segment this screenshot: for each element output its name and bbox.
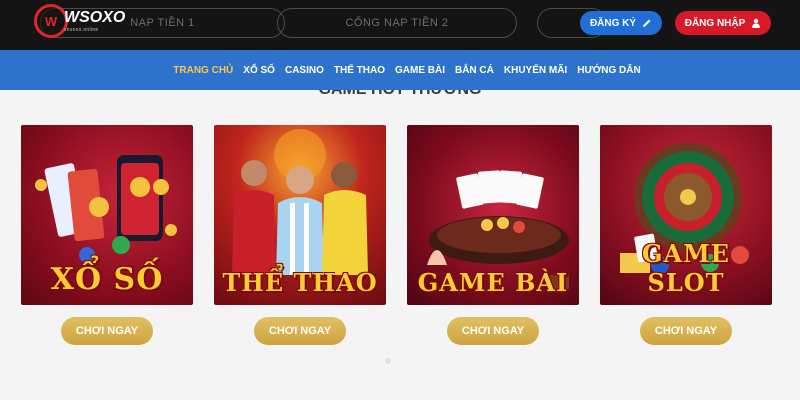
site-logo[interactable]: W WSOXO vnsoxo.online xyxy=(34,2,130,40)
nav-item-fishing[interactable]: BẮN CÁ xyxy=(450,65,499,76)
game-card-slot[interactable]: GAME SLOT xyxy=(600,125,772,305)
nav-item-casino[interactable]: CASINO xyxy=(280,65,329,76)
pencil-icon xyxy=(643,19,651,27)
logo-badge-letter: W xyxy=(44,13,58,29)
nav-list: TRANG CHỦ XỔ SỐ CASINO THỂ THAO GAME BÀI… xyxy=(168,65,645,76)
play-now-button-lottery[interactable]: CHƠI NGAY xyxy=(61,317,153,345)
nav-item-home[interactable]: TRANG CHỦ xyxy=(168,65,238,76)
main-nav: TRANG CHỦ XỔ SỐ CASINO THỂ THAO GAME BÀI… xyxy=(0,50,800,90)
card-title: XỔ SỐ xyxy=(50,262,164,297)
card-title: GAME BÀI xyxy=(417,268,569,297)
play-now-button-card-games[interactable]: CHƠI NGAY xyxy=(447,317,539,345)
logo-badge: W xyxy=(34,4,68,38)
login-button[interactable]: ĐĂNG NHẬP xyxy=(675,11,771,35)
user-icon xyxy=(752,18,761,28)
card-title: GAME SLOT xyxy=(642,239,730,297)
play-now-button-slot[interactable]: CHƠI NGAY xyxy=(640,317,732,345)
card-title: THỂ THAO xyxy=(222,268,378,297)
game-card-card-games[interactable]: GAME BÀI xyxy=(407,125,579,305)
nav-item-sports[interactable]: THỂ THAO xyxy=(329,65,390,76)
game-card-sports[interactable]: THỂ THAO xyxy=(214,125,386,305)
nav-item-card-games[interactable]: GAME BÀI xyxy=(390,65,450,76)
register-button[interactable]: ĐĂNG KÝ xyxy=(580,11,662,35)
logo-text: WSOXO vnsoxo.online xyxy=(64,8,126,33)
carousel-dot[interactable] xyxy=(385,358,391,364)
top-bar: NẠP TIỀN 1 CỔNG NẠP TIỀN 2 W WSOXO vnsox… xyxy=(0,0,800,50)
logo-subtitle: vnsoxo.online xyxy=(64,26,99,33)
logo-name: WSOXO xyxy=(64,8,126,26)
nav-item-guide[interactable]: HƯỚNG DẪN xyxy=(572,65,646,76)
deposit-pill-2[interactable]: CỔNG NẠP TIỀN 2 xyxy=(277,8,517,38)
register-label: ĐĂNG KÝ xyxy=(589,17,637,29)
nav-item-promotions[interactable]: KHUYẾN MÃI xyxy=(499,65,572,76)
play-now-button-sports[interactable]: CHƠI NGAY xyxy=(254,317,346,345)
nav-item-lottery[interactable]: XỔ SỐ xyxy=(238,65,280,76)
login-label: ĐĂNG NHẬP xyxy=(684,17,746,29)
game-card-lottery[interactable]: XỔ SỐ xyxy=(21,125,193,305)
section-title: GAME HOT THƯỜNG xyxy=(300,90,500,98)
